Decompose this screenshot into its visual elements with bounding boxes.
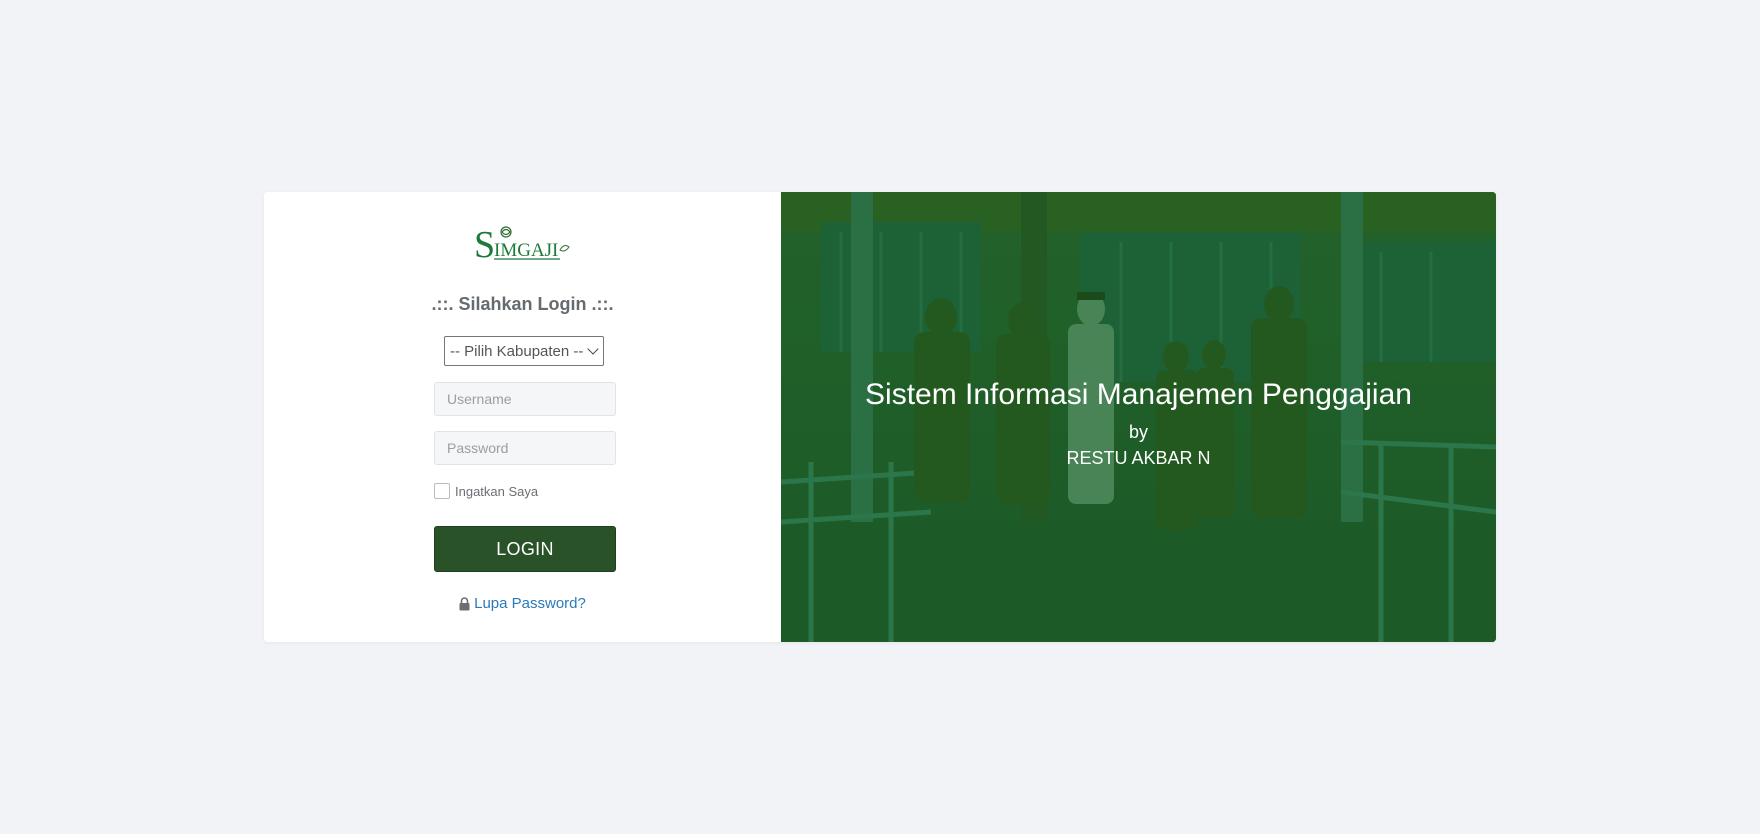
username-placeholder: Username	[447, 391, 512, 407]
username-input[interactable]: Username	[434, 382, 616, 416]
password-placeholder: Password	[447, 440, 509, 456]
hero-panel: Sistem Informasi Manajemen Penggajian by…	[781, 192, 1496, 642]
hero-title: Sistem Informasi Manajemen Penggajian	[865, 378, 1412, 411]
login-title: .::. Silahkan Login .::.	[431, 294, 614, 314]
remember-me-checkbox[interactable]	[434, 483, 450, 499]
remember-me-label: Ingatkan Saya	[455, 483, 539, 499]
logo-graphic: S IMGAJI	[474, 224, 570, 266]
simgaji-logo: S IMGAJI	[474, 222, 572, 266]
hero-by: by	[1128, 422, 1148, 442]
login-button[interactable]: LOGIN	[434, 526, 616, 572]
hero-text: Sistem Informasi Manajemen Penggajian by…	[781, 378, 1496, 468]
chevron-down-icon	[587, 343, 599, 355]
remember-me[interactable]: Ingatkan Saya	[434, 483, 538, 499]
kabupaten-select[interactable]: -- Pilih Kabupaten --	[444, 336, 604, 366]
forgot-password-label: Lupa Password?	[474, 595, 586, 612]
login-card: S IMGAJI .::. Silahkan Login .::. -- Pil…	[264, 192, 1496, 642]
password-input[interactable]: Password	[434, 431, 616, 465]
forgot-password-link[interactable]: Lupa Password?	[264, 595, 781, 612]
login-panel: S IMGAJI .::. Silahkan Login .::. -- Pil…	[264, 192, 781, 642]
hero-author: RESTU AKBAR N	[1066, 448, 1211, 468]
lock-icon	[459, 596, 470, 610]
kabupaten-select-value: -- Pilih Kabupaten --	[450, 342, 584, 360]
svg-text:IMGAJI: IMGAJI	[494, 240, 558, 261]
svg-text:S: S	[474, 224, 495, 262]
